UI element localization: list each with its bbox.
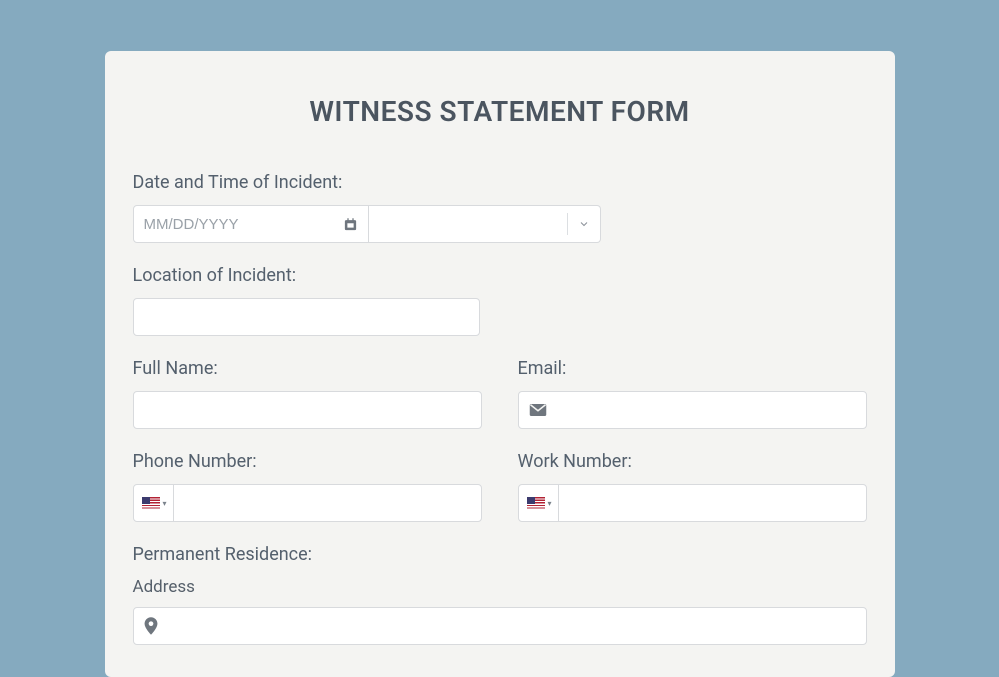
field-datetime: Date and Time of Incident:	[133, 172, 867, 243]
map-pin-icon	[144, 617, 158, 635]
field-phone: Phone Number: ▾	[133, 451, 482, 522]
label-datetime: Date and Time of Incident:	[133, 172, 867, 193]
workphone-country-select[interactable]: ▾	[519, 484, 559, 522]
us-flag-icon	[527, 497, 546, 510]
form-card: WITNESS STATEMENT FORM Date and Time of …	[105, 51, 895, 677]
phone-input-wrap[interactable]: ▾	[133, 484, 482, 522]
sublabel-address: Address	[133, 577, 867, 597]
label-fullname: Full Name:	[133, 358, 482, 379]
time-select[interactable]	[369, 205, 601, 243]
time-divider	[567, 213, 568, 235]
form-title: WITNESS STATEMENT FORM	[133, 95, 867, 128]
location-input[interactable]	[144, 299, 469, 335]
field-location: Location of Incident:	[133, 265, 867, 336]
workphone-input[interactable]	[559, 485, 856, 521]
label-workphone: Work Number:	[518, 451, 867, 472]
phone-input[interactable]	[174, 485, 471, 521]
chevron-down-icon	[578, 218, 590, 230]
chevron-down-icon: ▾	[162, 499, 166, 508]
location-input-wrap[interactable]	[133, 298, 480, 336]
label-phone: Phone Number:	[133, 451, 482, 472]
chevron-down-icon: ▾	[547, 499, 551, 508]
date-input[interactable]	[144, 206, 343, 242]
field-email: Email:	[518, 358, 867, 429]
label-residence: Permanent Residence:	[133, 544, 867, 565]
field-fullname: Full Name:	[133, 358, 482, 429]
field-workphone: Work Number: ▾	[518, 451, 867, 522]
envelope-icon	[529, 403, 547, 417]
email-input-wrap[interactable]	[518, 391, 867, 429]
fullname-input-wrap[interactable]	[133, 391, 482, 429]
address-input[interactable]	[166, 608, 856, 644]
address-input-wrap[interactable]	[133, 607, 867, 645]
fullname-input[interactable]	[144, 392, 471, 428]
field-residence: Permanent Residence: Address	[133, 544, 867, 645]
us-flag-icon	[142, 497, 161, 510]
workphone-input-wrap[interactable]: ▾	[518, 484, 867, 522]
time-input[interactable]	[379, 206, 578, 242]
label-location: Location of Incident:	[133, 265, 867, 286]
date-input-wrap[interactable]	[133, 205, 369, 243]
phone-country-select[interactable]: ▾	[134, 484, 174, 522]
calendar-icon	[343, 217, 358, 232]
email-input[interactable]	[555, 392, 856, 428]
label-email: Email:	[518, 358, 867, 379]
